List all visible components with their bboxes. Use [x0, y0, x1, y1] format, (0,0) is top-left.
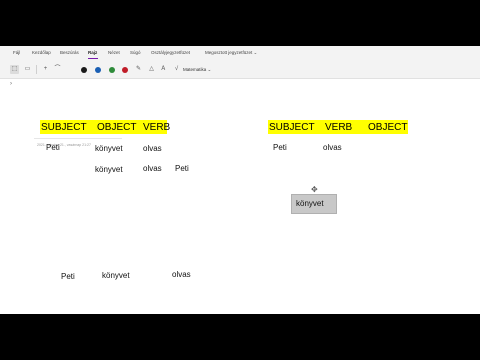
- ribbon-tabs: Fájl Kezdőlap Beszúrás Rajz Nézet Súgó O…: [0, 46, 480, 61]
- word-olvas[interactable]: olvas: [323, 143, 342, 152]
- word-peti[interactable]: Peti: [46, 143, 60, 152]
- tab-draw[interactable]: Rajz: [88, 50, 97, 55]
- ink-to-text-button[interactable]: Ꭺ: [159, 65, 168, 74]
- expand-navigation-icon[interactable]: ›: [10, 81, 12, 87]
- tab-view[interactable]: Nézet: [108, 50, 120, 55]
- pen-red-button[interactable]: [122, 67, 128, 73]
- pen-green-button[interactable]: [109, 67, 115, 73]
- move-cursor-icon: ✥: [311, 185, 318, 194]
- tab-class-notebook[interactable]: Osztályjegyzetfüzet: [151, 50, 190, 55]
- chevron-down-icon: ⌄: [253, 50, 258, 55]
- ink-text-icon: Ꭺ: [161, 66, 166, 72]
- highlighter-button[interactable]: ✎: [134, 65, 143, 74]
- tab-insert[interactable]: Beszúrás: [60, 50, 79, 55]
- word-peti[interactable]: Peti: [273, 143, 287, 152]
- right-header-subject: SUBJECT: [269, 122, 315, 133]
- eraser-icon: ▭: [24, 66, 31, 72]
- math-icon-button[interactable]: √: [172, 65, 181, 74]
- toolbar-divider: [36, 65, 37, 74]
- shared-notebook-menu[interactable]: Megosztott jegyzetfüzet ⌄: [205, 50, 257, 56]
- select-tool-button[interactable]: ⬚: [10, 65, 19, 74]
- draw-toolbar: ⬚ ▭ + ⌒ ✎ △ Ꭺ √ Matematika ⌄: [0, 61, 480, 79]
- word-olvas[interactable]: olvas: [143, 144, 162, 153]
- lasso-select-button[interactable]: ⌒: [53, 65, 62, 74]
- shared-notebook-label: Megosztott jegyzetfüzet: [205, 50, 253, 55]
- ink-to-shape-button[interactable]: △: [147, 65, 156, 74]
- math-icon: √: [174, 66, 179, 72]
- dragged-word-box[interactable]: könyvet: [291, 194, 337, 214]
- word-olvas[interactable]: olvas: [143, 164, 162, 173]
- shape-icon: △: [149, 66, 154, 72]
- tab-home[interactable]: Kezdőlap: [32, 50, 51, 55]
- word-olvas[interactable]: olvas: [172, 270, 191, 279]
- left-header-subject: SUBJECT: [41, 122, 87, 133]
- pen-blue-button[interactable]: [95, 67, 101, 73]
- left-header-object: OBJECT: [97, 122, 137, 133]
- highlighter-icon: ✎: [135, 66, 142, 72]
- plus-icon: +: [43, 66, 48, 72]
- eraser-tool-button[interactable]: ▭: [23, 65, 32, 74]
- chevron-down-icon: ⌄: [207, 67, 212, 72]
- word-peti[interactable]: Peti: [175, 164, 189, 173]
- word-konyvet[interactable]: könyvet: [95, 144, 123, 153]
- word-konyvet[interactable]: könyvet: [102, 271, 130, 280]
- math-label: Matematika: [183, 67, 207, 72]
- lasso-icon: ⬚: [11, 66, 18, 72]
- right-header-object: OBJECT: [368, 122, 408, 133]
- right-header-verb: VERB: [325, 122, 353, 133]
- left-header-verb: VERB: [143, 122, 171, 133]
- pen-black-button[interactable]: [81, 67, 87, 73]
- lasso-select-icon: ⌒: [54, 66, 61, 72]
- tab-file[interactable]: Fájl: [13, 50, 20, 55]
- onenote-window: Fájl Kezdőlap Beszúrás Rajz Nézet Súgó O…: [0, 46, 480, 314]
- add-pen-button[interactable]: +: [41, 65, 50, 74]
- page-title-line[interactable]: [34, 138, 122, 139]
- dragged-word-label: könyvet: [296, 199, 324, 208]
- active-tab-indicator: [88, 58, 98, 59]
- math-dropdown[interactable]: Matematika ⌄: [183, 67, 211, 73]
- word-peti[interactable]: Peti: [61, 272, 75, 281]
- tab-help[interactable]: Súgó: [130, 50, 141, 55]
- word-konyvet[interactable]: könyvet: [95, 165, 123, 174]
